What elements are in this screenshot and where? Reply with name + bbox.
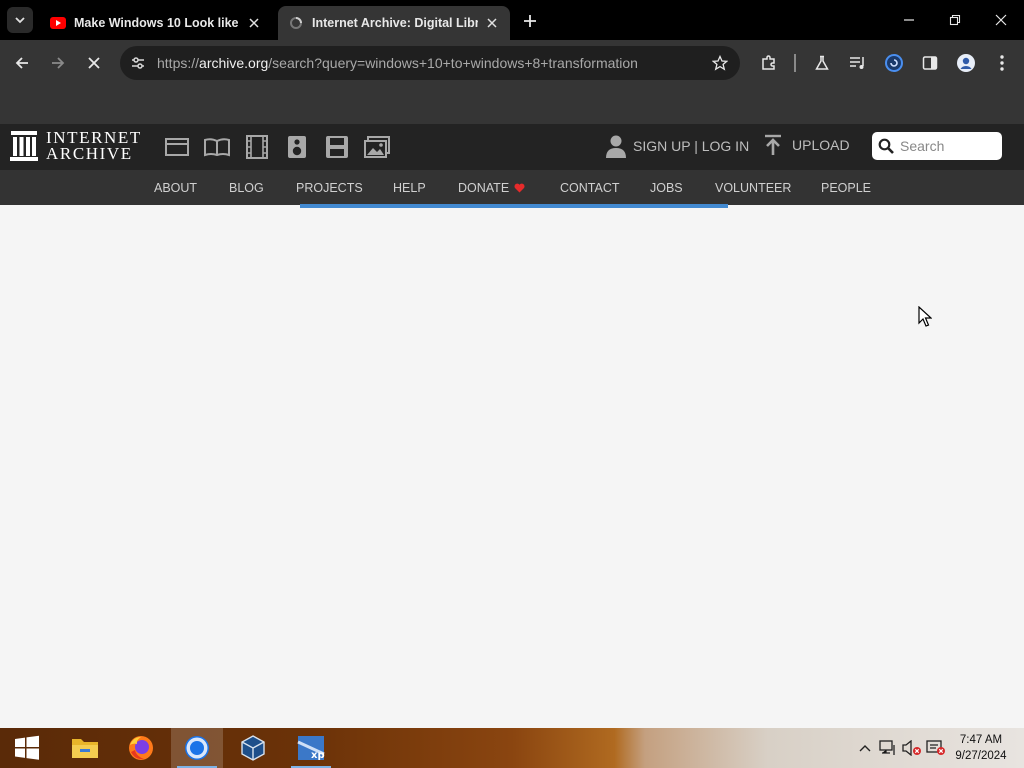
texts-icon[interactable] [204,134,230,160]
nav-jobs[interactable]: JOBS [650,181,683,195]
url-host: archive.org [199,55,269,71]
user-icon [606,135,626,158]
upload-arrow-icon [765,134,781,155]
ia-nav-bar: ABOUT BLOG PROJECTS HELP DONATE CONTACT … [0,170,1024,205]
ia-top-bar: INTERNET ARCHIVE SIGN UP | LOG IN UPLOAD [0,124,1024,170]
page-content [0,208,1024,728]
action-center-notification-icon[interactable] [926,738,946,758]
images-icon[interactable] [364,134,390,160]
nav-volunteer[interactable]: VOLUNTEER [715,181,791,195]
chrome-icon [185,736,209,760]
sign-up-log-in-link[interactable]: SIGN UP | LOG IN [606,134,749,158]
arrow-right-icon [52,57,65,69]
search-icon [878,138,894,154]
firefox-icon [129,736,153,760]
media-control-icon[interactable] [847,52,869,74]
taskbar-file-explorer[interactable] [59,728,111,768]
archive-building-icon [10,131,38,161]
svg-text:xp: xp [311,750,325,761]
restore-button[interactable] [932,0,978,40]
taskbar-chrome[interactable] [171,728,223,768]
loading-icon [288,15,304,31]
browser-tabstrip: Make Windows 10 Look like W Internet Arc… [0,0,1024,40]
close-tab-icon[interactable] [246,15,262,31]
forward-button[interactable] [44,49,72,77]
chevron-down-icon [15,17,25,24]
network-icon[interactable] [878,738,898,758]
windows-start-icon [15,735,39,760]
nav-about[interactable]: ABOUT [154,181,197,195]
new-tab-button[interactable] [518,10,542,32]
labs-flask-icon[interactable] [811,52,833,74]
url-text: https://archive.org/search?query=windows… [157,55,638,71]
nav-help[interactable]: HELP [393,181,426,195]
extension-circle-icon[interactable] [883,52,905,74]
profile-avatar-icon[interactable] [955,52,977,74]
ia-logo[interactable]: INTERNET ARCHIVE [10,129,142,163]
windows-xp-icon: xp [297,736,325,761]
stop-loading-button[interactable] [80,49,108,77]
bookmark-star-icon[interactable] [710,53,730,73]
sign-up-log-in-label: SIGN UP | LOG IN [633,138,750,154]
volume-muted-icon[interactable] [902,738,922,758]
system-clock[interactable]: 7:47 AM 9/27/2024 [948,732,1014,764]
audio-icon[interactable] [284,134,310,160]
heart-icon [514,183,525,193]
mouse-cursor-icon [918,305,933,333]
ia-logo-text: INTERNET ARCHIVE [46,129,142,163]
software-icon[interactable] [324,134,350,160]
tab-internet-archive[interactable]: Internet Archive: Digital Librar [278,6,510,40]
nav-donate[interactable]: DONATE [458,181,525,195]
browser-toolbar: https://archive.org/search?query=windows… [0,40,1024,86]
nav-people[interactable]: PEOPLE [821,181,871,195]
url-prefix: https:// [157,55,200,71]
tab-title: Make Windows 10 Look like W [74,16,240,30]
more-menu-icon[interactable] [991,52,1013,74]
taskbar-windows-xp-vm[interactable]: xp [285,728,337,768]
side-panel-icon[interactable] [919,52,941,74]
taskbar-virtualbox[interactable] [227,728,279,768]
nav-blog[interactable]: BLOG [229,181,264,195]
bookmarks-bar [0,86,1024,124]
clock-time: 7:47 AM [959,734,1003,746]
minimize-icon [904,19,914,21]
nav-contact[interactable]: CONTACT [560,181,620,195]
back-button[interactable] [8,49,36,77]
tab-search-button[interactable] [7,7,33,33]
close-icon [88,57,100,69]
restore-icon [949,14,961,26]
tab-title: Internet Archive: Digital Librar [312,16,478,30]
upload-link[interactable]: UPLOAD [764,134,850,156]
arrow-left-icon [15,57,28,69]
video-icon[interactable] [244,134,270,160]
nav-donate-label: DONATE [458,181,510,195]
start-button[interactable] [1,728,53,768]
url-path: /search?query=windows+10+to+windows+8+tr… [268,55,638,71]
address-bar[interactable]: https://archive.org/search?query=windows… [120,46,740,80]
windows-taskbar: xp 7:47 AM 9/27/2024 [0,728,1024,768]
close-tab-icon[interactable] [484,15,500,31]
web-icon[interactable] [164,134,190,160]
taskbar-firefox[interactable] [115,728,167,768]
plus-icon [524,15,536,27]
ia-search-box[interactable] [872,132,1002,160]
close-icon [995,14,1007,26]
toolbar-divider [794,54,796,72]
close-window-button[interactable] [978,0,1024,40]
extensions-puzzle-icon[interactable] [758,52,780,74]
virtualbox-icon [241,735,265,761]
show-hidden-icons-chevron-up-icon[interactable] [855,738,875,758]
tab-youtube[interactable]: Make Windows 10 Look like W [40,6,272,40]
youtube-icon [50,15,66,31]
file-explorer-icon [72,739,98,758]
site-info-icon[interactable] [128,53,148,73]
logo-line-2: ARCHIVE [46,144,133,163]
ia-search-input[interactable] [900,138,996,154]
nav-projects[interactable]: PROJECTS [296,181,363,195]
upload-label: UPLOAD [792,137,850,153]
clock-date: 9/27/2024 [955,750,1007,762]
minimize-button[interactable] [886,0,932,40]
